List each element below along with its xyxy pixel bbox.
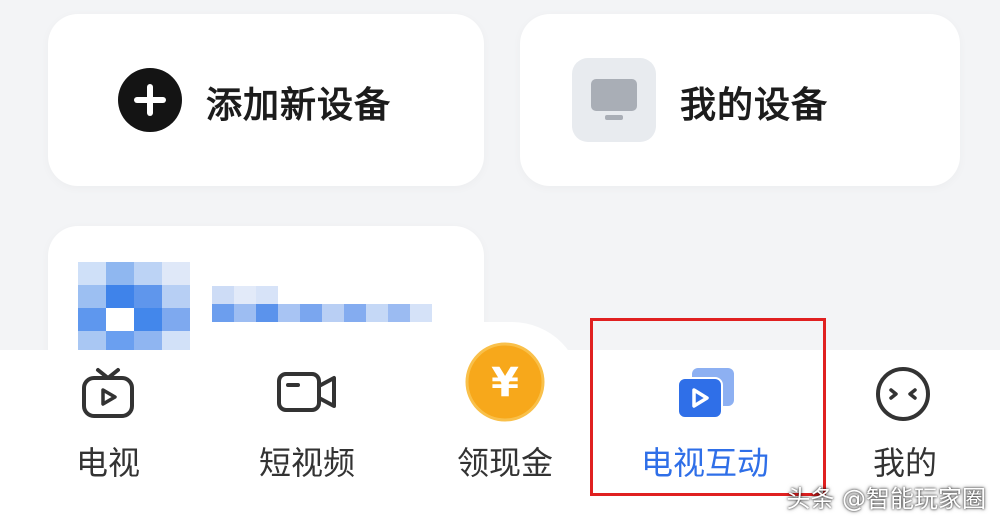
device-name-blurred [212, 286, 432, 330]
device-thumbnail [78, 262, 190, 354]
nav-label-mine: 我的 [872, 444, 937, 482]
video-camera-icon [277, 372, 336, 412]
plus-circle-icon [118, 68, 182, 132]
nav-item-get-cash[interactable]: ¥ 领现金 [440, 342, 570, 524]
tv-icon [82, 368, 134, 418]
add-device-card[interactable]: 添加新设备 [48, 14, 484, 186]
nav-item-tv[interactable]: 电视 [50, 350, 166, 524]
my-devices-card[interactable]: 我的设备 [520, 14, 960, 186]
coin-symbol: ¥ [491, 360, 519, 406]
watermark: 头条 @智能玩家圈 [786, 485, 986, 513]
nav-item-short-video[interactable]: 短视频 [240, 350, 374, 524]
yuan-coin-icon: ¥ [465, 342, 545, 422]
nav-label-get-cash: 领现金 [456, 444, 553, 482]
add-device-label: 添加新设备 [206, 85, 392, 126]
highlight-annotation [590, 318, 826, 496]
face-icon [876, 367, 930, 421]
tv-icon [572, 58, 656, 142]
my-devices-label: 我的设备 [680, 85, 829, 126]
nav-label-short-video: 短视频 [258, 444, 355, 482]
nav-label-tv: 电视 [75, 444, 140, 482]
